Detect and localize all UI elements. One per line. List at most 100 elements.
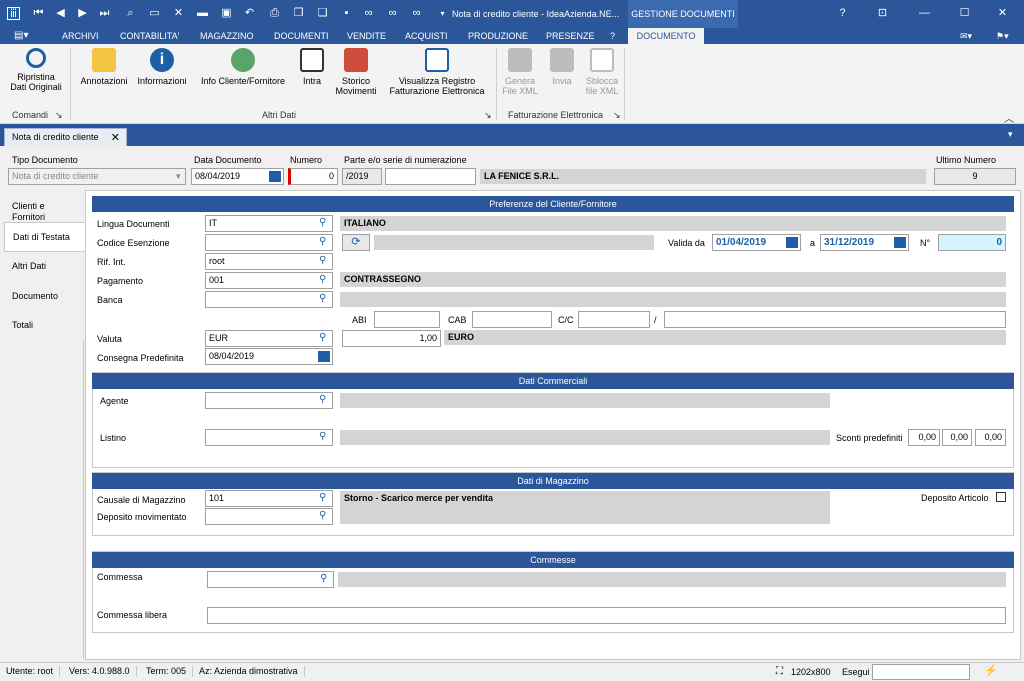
save-icon[interactable]: ▣	[220, 7, 233, 20]
copy-icon[interactable]: ❐	[292, 7, 305, 20]
menu-documento[interactable]: DOCUMENTO	[628, 28, 704, 44]
ribbon-display-icon[interactable]: ⊡	[876, 7, 889, 20]
listino-field[interactable]: ⚲	[205, 429, 333, 446]
abi-field[interactable]	[374, 311, 440, 328]
sconto-3-field[interactable]: 0,00	[975, 429, 1006, 446]
first-record-icon[interactable]: ⏮	[32, 7, 45, 20]
menu-contabilita[interactable]: CONTABILITA'	[120, 30, 179, 42]
search-icon[interactable]: ⚲	[319, 395, 329, 406]
n-field[interactable]: 0	[938, 234, 1006, 251]
mail-icon[interactable]: ✉▾	[960, 30, 972, 42]
banca-field[interactable]: ⚲	[205, 291, 333, 308]
informazioni-button[interactable]: i Informazioni	[134, 48, 190, 86]
export-icon[interactable]: ▪	[340, 7, 353, 20]
sconto-2-field[interactable]: 0,00	[942, 429, 972, 446]
context-tab-gestione-documenti[interactable]: GESTIONE DOCUMENTI	[628, 0, 738, 28]
group-comandi-launcher-icon[interactable]: ↘	[55, 110, 63, 121]
minimize-icon[interactable]: —	[918, 7, 931, 20]
sconto-1-field[interactable]: 0,00	[908, 429, 940, 446]
undo-icon[interactable]: ↶	[243, 7, 256, 20]
print-icon[interactable]: ⎙	[268, 7, 281, 20]
calendar-icon[interactable]	[318, 351, 330, 362]
help-icon[interactable]: ?	[836, 7, 849, 20]
intra-button[interactable]: Intra	[294, 48, 330, 86]
menu-produzione[interactable]: PRODUZIONE	[468, 30, 528, 42]
search-icon[interactable]: ⚲	[319, 493, 329, 504]
folder-icon[interactable]: ▬	[196, 7, 209, 20]
app-icon[interactable]: ⅲ	[7, 7, 20, 20]
lingua-field[interactable]: IT ⚲	[205, 215, 333, 232]
side-altri-dati[interactable]: Altri Dati	[4, 252, 84, 282]
deposito-field[interactable]: ⚲	[205, 508, 333, 525]
info-cliente-button[interactable]: Info Cliente/Fornitore	[196, 48, 290, 86]
binoculars-icon[interactable]: ∞	[362, 7, 375, 20]
commessa-libera-field[interactable]	[207, 607, 1006, 624]
binoculars-next-icon[interactable]: ∞	[386, 7, 399, 20]
chevron-down-icon[interactable]: ▾	[176, 171, 181, 182]
storico-button[interactable]: Storico Movimenti	[332, 48, 380, 96]
search-icon[interactable]: ⚲	[319, 333, 329, 344]
cc-field[interactable]	[578, 311, 650, 328]
menu-presenze[interactable]: PRESENZE	[546, 30, 595, 42]
menu-vendite[interactable]: VENDITE	[347, 30, 386, 42]
menu-magazzino[interactable]: MAGAZZINO	[200, 30, 254, 42]
maximize-icon[interactable]: ☐	[958, 7, 971, 20]
commessa-field[interactable]: ⚲	[207, 571, 334, 588]
binoculars-prev-icon[interactable]: ∞	[410, 7, 423, 20]
esenzione-field[interactable]: ⚲	[205, 234, 333, 251]
search-icon[interactable]: ⚲	[319, 275, 329, 286]
cab-field[interactable]	[472, 311, 552, 328]
file-menu-icon[interactable]: ▤▾	[14, 30, 28, 42]
close-tab-icon[interactable]: ✕	[111, 131, 120, 144]
duplicate-icon[interactable]: ❏	[316, 7, 329, 20]
group-fatt-launcher-icon[interactable]: ↘	[613, 110, 621, 121]
rif-field[interactable]: root ⚲	[205, 253, 333, 270]
user-icon[interactable]: ⚑▾	[996, 30, 1009, 42]
invia-button[interactable]: Invia	[544, 48, 580, 86]
search-icon[interactable]: ⚲	[319, 237, 329, 248]
last-record-icon[interactable]: ⏭	[98, 7, 111, 20]
genera-xml-button[interactable]: Genera File XML	[500, 48, 540, 96]
menu-documenti[interactable]: DOCUMENTI	[274, 30, 329, 42]
sblocca-button[interactable]: Sblocca file XML	[584, 48, 620, 96]
cambio-field[interactable]: 1,00	[342, 330, 441, 347]
tipo-documento-select[interactable]: Nota di credito cliente	[8, 168, 186, 185]
search-icon[interactable]: ⚲	[319, 511, 329, 522]
deposito-articolo-checkbox[interactable]	[996, 492, 1006, 502]
collapse-ribbon-icon[interactable]: ︿	[1004, 110, 1014, 125]
cin-field[interactable]	[664, 311, 1006, 328]
menu-archivi[interactable]: ARCHIVI	[62, 30, 99, 42]
side-documento[interactable]: Documento	[4, 282, 84, 312]
numero-field[interactable]: 0	[288, 168, 338, 185]
search-icon[interactable]: ⚲	[320, 574, 330, 585]
valida-da-field[interactable]: 01/04/2019	[712, 234, 801, 251]
new-doc-icon[interactable]: ▭	[148, 7, 161, 20]
prev-record-icon[interactable]: ◀	[54, 7, 67, 20]
calendar-icon[interactable]	[786, 237, 798, 248]
calendar-icon[interactable]	[269, 171, 281, 182]
menu-acquisti[interactable]: ACQUISTI	[405, 30, 448, 42]
search-icon[interactable]: ⚲	[319, 294, 329, 305]
qat-dropdown-icon[interactable]: ▾	[436, 7, 449, 20]
delete-icon[interactable]: ✕	[172, 7, 185, 20]
esegui-input[interactable]	[872, 664, 970, 680]
causale-field[interactable]: 101 ⚲	[205, 490, 333, 507]
calendar-icon[interactable]	[894, 237, 906, 248]
menu-help[interactable]: ?	[610, 30, 615, 42]
tab-list-icon[interactable]: ▾	[1008, 129, 1013, 140]
serie-field[interactable]: /2019	[342, 168, 382, 185]
side-totali[interactable]: Totali	[4, 311, 84, 341]
valida-a-field[interactable]: 31/12/2019	[820, 234, 909, 251]
consegna-field[interactable]: 08/04/2019	[205, 348, 333, 365]
agente-field[interactable]: ⚲	[205, 392, 333, 409]
tab-nota-credito[interactable]: Nota di credito cliente ✕	[4, 128, 127, 146]
data-documento-field[interactable]: 08/04/2019	[191, 168, 284, 185]
group-altri-launcher-icon[interactable]: ↘	[484, 110, 492, 121]
pagamento-field[interactable]: 001 ⚲	[205, 272, 333, 289]
next-record-icon[interactable]: ▶	[76, 7, 89, 20]
serie-extra-field[interactable]	[385, 168, 476, 185]
side-clienti-fornitori[interactable]: Clienti e Fornitori	[4, 192, 84, 222]
visualizza-registro-button[interactable]: Visualizza Registro Fatturazione Elettro…	[384, 48, 490, 96]
search-icon[interactable]: ⌕	[124, 7, 137, 20]
close-icon[interactable]: ✕	[996, 7, 1009, 20]
